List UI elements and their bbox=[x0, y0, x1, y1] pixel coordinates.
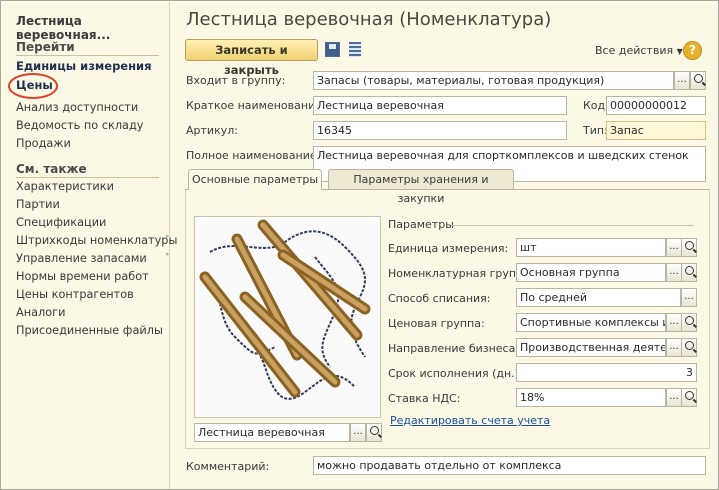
select-button[interactable]: ... bbox=[674, 71, 690, 90]
navigation-panel: Лестница веревочная... Перейти Единицы и… bbox=[2, 2, 177, 489]
nav-item-counterparty-prices[interactable]: Цены контрагентов bbox=[16, 288, 134, 301]
short-name-label: Краткое наименование: bbox=[186, 99, 326, 112]
select-button[interactable]: ... bbox=[666, 388, 682, 407]
unit-label: Единица измерения: bbox=[388, 242, 509, 255]
list-icon[interactable] bbox=[349, 42, 361, 57]
image-caption-field[interactable]: Лестница веревочная bbox=[194, 423, 350, 442]
rope-ladder-picture bbox=[195, 217, 380, 417]
term-field[interactable]: 3 bbox=[516, 363, 697, 382]
help-button[interactable]: ? bbox=[683, 41, 702, 60]
search-icon[interactable] bbox=[681, 263, 697, 282]
search-icon[interactable] bbox=[690, 71, 706, 90]
product-image bbox=[194, 216, 381, 418]
nav-item-work-norms[interactable]: Нормы времени работ bbox=[16, 270, 149, 283]
panel-title: Лестница веревочная... bbox=[16, 14, 111, 42]
code-label: Код: bbox=[583, 99, 609, 112]
comment-label: Комментарий: bbox=[186, 460, 270, 473]
nav-item-batches[interactable]: Партии bbox=[16, 198, 60, 211]
comment-field[interactable]: можно продавать отдельно от комплекса bbox=[313, 456, 706, 475]
params-header: Параметры bbox=[388, 218, 454, 231]
search-icon[interactable] bbox=[681, 388, 697, 407]
group-label: Входит в группу: bbox=[186, 74, 286, 87]
search-icon[interactable] bbox=[681, 238, 697, 257]
select-button[interactable]: ... bbox=[666, 313, 682, 332]
params-divider bbox=[451, 225, 694, 226]
edit-accounts-link[interactable]: Редактировать счета учета bbox=[390, 414, 550, 427]
writeoff-label: Способ списания: bbox=[388, 292, 491, 305]
nav-item-barcodes[interactable]: Штрихкоды номенклатуры bbox=[16, 234, 177, 247]
see-also-section-header: См. также bbox=[16, 162, 159, 178]
nav-item-analogs[interactable]: Аналоги bbox=[16, 306, 65, 319]
window-root: Лестница веревочная... Перейти Единицы и… bbox=[0, 0, 719, 490]
window-title: Лестница веревочная (Номенклатура) bbox=[186, 9, 552, 30]
type-label: Тип: bbox=[583, 124, 608, 137]
nav-item-inventory-management[interactable]: Управление запасами bbox=[16, 252, 147, 265]
tab-main-params[interactable]: Основные параметры bbox=[188, 169, 322, 190]
nav-item-stock-sheet[interactable]: Ведомость по складу bbox=[16, 119, 143, 132]
nav-item-characteristics[interactable]: Характеристики bbox=[16, 180, 114, 193]
nav-item-specifications[interactable]: Спецификации bbox=[16, 216, 106, 229]
nav-item-units[interactable]: Единицы измерения bbox=[16, 59, 152, 73]
chevron-down-icon: ▼ bbox=[676, 47, 683, 56]
more-arrow-icon: ▸ bbox=[166, 232, 170, 240]
type-field[interactable]: Запас bbox=[606, 121, 706, 140]
all-actions-label: Все действия bbox=[595, 44, 674, 57]
code-field[interactable]: 00000000012 bbox=[606, 96, 706, 115]
search-icon[interactable] bbox=[681, 313, 697, 332]
short-name-field[interactable]: Лестница веревочная bbox=[313, 96, 567, 115]
select-button[interactable]: ... bbox=[681, 288, 697, 307]
nom-group-field[interactable]: Основная группа bbox=[516, 263, 666, 282]
business-label: Направление бизнеса: bbox=[388, 342, 520, 355]
unit-field[interactable]: шт bbox=[516, 238, 666, 257]
select-button[interactable]: ... bbox=[666, 338, 682, 357]
all-actions-menu[interactable]: Все действия ▼ bbox=[595, 44, 683, 57]
article-label: Артикул: bbox=[186, 124, 238, 137]
select-button[interactable]: ... bbox=[666, 263, 682, 282]
writeoff-field[interactable]: По средней bbox=[516, 288, 681, 307]
select-button[interactable]: ... bbox=[350, 423, 366, 442]
main-form: Лестница веревочная (Номенклатура) Запис… bbox=[171, 2, 718, 489]
nav-item-availability[interactable]: Анализ доступности bbox=[16, 101, 138, 114]
save-icon[interactable] bbox=[325, 42, 340, 57]
vat-label: Ставка НДС: bbox=[388, 392, 461, 405]
nom-group-label: Номенклатурная группа: bbox=[388, 267, 534, 280]
term-label: Срок исполнения (дн.): bbox=[388, 367, 523, 380]
highlight-circle bbox=[8, 73, 58, 99]
search-icon[interactable] bbox=[681, 338, 697, 357]
price-group-label: Ценовая группа: bbox=[388, 317, 485, 330]
article-field[interactable]: 16345 bbox=[313, 121, 567, 140]
goto-section-header: Перейти bbox=[16, 40, 159, 56]
nav-item-attached-files[interactable]: Присоединенные файлы bbox=[16, 324, 163, 337]
search-icon[interactable] bbox=[366, 423, 382, 442]
full-name-label: Полное наименование: bbox=[186, 149, 321, 162]
vat-field[interactable]: 18% bbox=[516, 388, 666, 407]
tab-storage-params[interactable]: Параметры хранения и закупки bbox=[328, 169, 514, 205]
price-group-field[interactable]: Спортивные комплексы и и bbox=[516, 313, 666, 332]
business-field[interactable]: Производственная деятель bbox=[516, 338, 666, 357]
group-field[interactable]: Запасы (товары, материалы, готовая проду… bbox=[313, 71, 674, 90]
nav-item-sales[interactable]: Продажи bbox=[16, 137, 71, 150]
more-arrow-icon: ▸ bbox=[166, 250, 170, 258]
select-button[interactable]: ... bbox=[666, 238, 682, 257]
save-and-close-button[interactable]: Записать и закрыть bbox=[185, 39, 318, 77]
